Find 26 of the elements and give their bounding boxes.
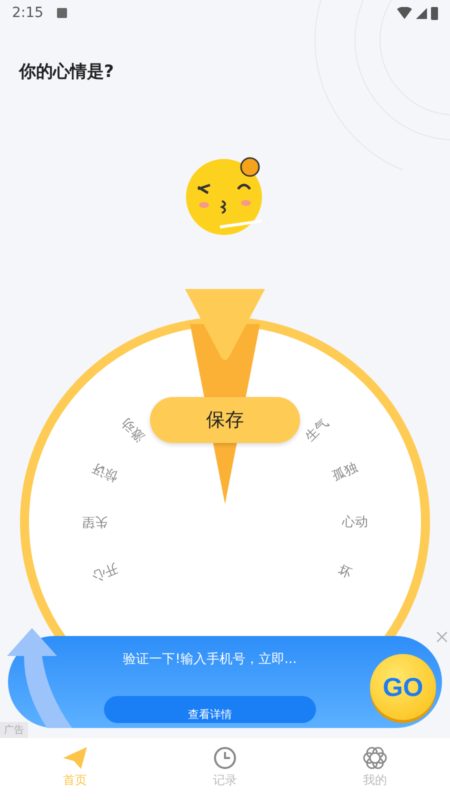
nav-tab[interactable]: 首页: [0, 738, 150, 800]
flower-icon: [363, 746, 387, 770]
status-time: 2:15: [12, 5, 44, 21]
ad-details-button[interactable]: 查看详情: [104, 696, 316, 723]
mood-label: 生气: [302, 414, 332, 446]
clock-icon: [213, 746, 237, 770]
mood-label: 坏: [336, 562, 355, 583]
mood-label: 孤独: [330, 460, 361, 486]
ad-tag: 广告: [0, 722, 28, 738]
nav-tab[interactable]: 记录: [150, 738, 300, 800]
signal-icon: [416, 8, 427, 18]
go-badge[interactable]: GO: [370, 654, 436, 720]
page-title: 你的心情是?: [19, 61, 115, 83]
save-button[interactable]: 保存: [150, 397, 300, 443]
mood-label: 心动: [342, 514, 368, 531]
mood-label: 开心: [89, 558, 120, 586]
ad-text: 验证一下!输入手机号，立即...: [123, 651, 297, 668]
mood-label: 惊讶: [89, 458, 120, 486]
mood-label: 失望: [82, 513, 108, 531]
paper-plane-icon: [62, 746, 88, 770]
wifi-icon: [397, 7, 412, 19]
nav-tab[interactable]: 我的: [300, 738, 450, 800]
battery-icon: [431, 6, 438, 20]
mood-label: 激动: [118, 414, 149, 446]
notification-icon: [57, 8, 68, 18]
close-icon[interactable]: [437, 632, 447, 642]
